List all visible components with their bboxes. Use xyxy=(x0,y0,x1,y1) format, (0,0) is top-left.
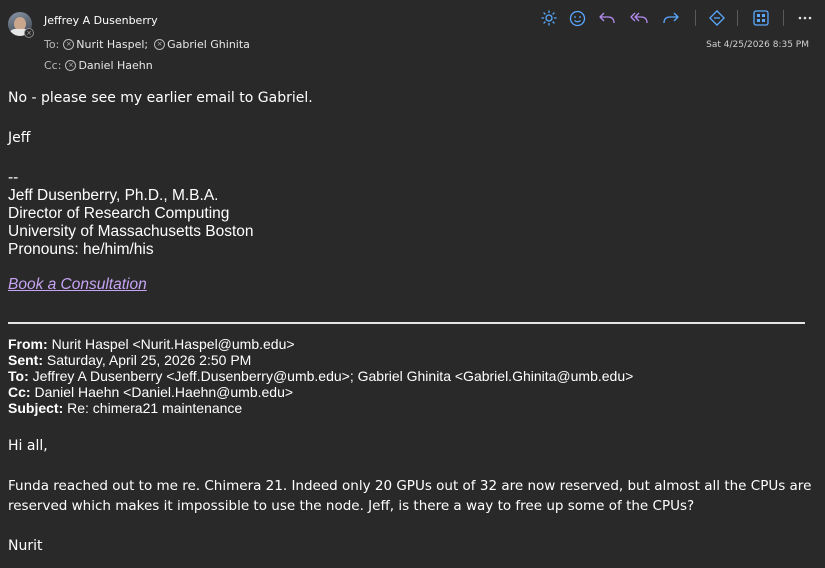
message-date: Sat 4/25/2026 8:35 PM xyxy=(706,40,809,50)
quote-divider xyxy=(8,322,805,324)
body-line: No - please see my earlier email to Gabr… xyxy=(8,90,313,106)
fwd-to: To: Jeffrey A Dusenberry <Jeff.Dusenberr… xyxy=(8,368,633,384)
toolbar-separator xyxy=(783,10,784,26)
sig-name: Jeff Dusenberry, Ph.D., M.B.A. xyxy=(8,187,219,204)
fwd-signoff: Nurit xyxy=(8,538,43,554)
sun-icon[interactable] xyxy=(539,8,559,28)
sig-org: University of Massachusetts Boston xyxy=(8,223,254,240)
sig-title: Director of Research Computing xyxy=(8,205,230,222)
presence-unknown-icon: × xyxy=(24,28,34,38)
reply-icon[interactable] xyxy=(597,8,617,28)
to-recipient[interactable]: × Gabriel Ghinita xyxy=(154,38,250,51)
message-toolbar xyxy=(537,6,817,30)
toolbar-separator xyxy=(695,10,696,26)
fwd-sent-label: Sent: xyxy=(8,352,43,368)
apps-icon[interactable] xyxy=(751,8,771,28)
fwd-paragraph: reserved which makes it impossible to us… xyxy=(8,498,695,514)
cc-recipient[interactable]: × Daniel Haehn xyxy=(65,59,153,72)
remove-recipient-icon[interactable]: × xyxy=(65,60,77,71)
sig-separator: -- xyxy=(8,169,19,186)
more-icon[interactable] xyxy=(795,8,815,28)
to-recipient[interactable]: × Nurit Haspel; xyxy=(63,38,148,51)
fwd-to-value: Jeffrey A Dusenberry <Jeff.Dusenberry@um… xyxy=(32,368,634,384)
recipient-name: Gabriel Ghinita xyxy=(167,38,250,51)
sig-pronouns: Pronouns: he/him/his xyxy=(8,241,154,258)
fwd-paragraph: Funda reached out to me re. Chimera 21. … xyxy=(8,478,812,494)
recipient-name: Nurit Haspel; xyxy=(76,38,149,51)
fwd-sent-value: Saturday, April 25, 2026 2:50 PM xyxy=(46,352,252,368)
fwd-cc-label: Cc: xyxy=(8,384,31,400)
remove-recipient-icon[interactable]: × xyxy=(63,39,75,50)
message-header: × Jeffrey A Dusenberry To: × Nurit Haspe… xyxy=(0,0,825,88)
fwd-subject-label: Subject: xyxy=(8,400,64,416)
cc-row: Cc: × Daniel Haehn xyxy=(44,59,159,72)
fwd-greeting: Hi all, xyxy=(8,438,48,454)
reply-all-icon[interactable] xyxy=(629,8,649,28)
fwd-subject-value: Re: chimera21 maintenance xyxy=(67,400,243,416)
body-signoff: Jeff xyxy=(8,130,31,146)
to-label: To: xyxy=(44,38,60,51)
fwd-from-label: From: xyxy=(8,336,48,352)
recipient-name: Daniel Haehn xyxy=(78,59,153,72)
fwd-cc: Cc: Daniel Haehn <Daniel.Haehn@umb.edu> xyxy=(8,384,293,400)
sender-name[interactable]: Jeffrey A Dusenberry xyxy=(44,14,158,27)
fwd-sent: Sent: Saturday, April 25, 2026 2:50 PM xyxy=(8,352,251,368)
fwd-subject: Subject: Re: chimera21 maintenance xyxy=(8,400,242,416)
emoji-icon[interactable] xyxy=(567,8,587,28)
book-consultation-link[interactable]: Book a Consultation xyxy=(8,276,147,294)
remove-recipient-icon[interactable]: × xyxy=(154,39,166,50)
forward-icon[interactable] xyxy=(661,8,681,28)
toolbar-separator xyxy=(737,10,738,26)
fwd-to-label: To: xyxy=(8,368,29,384)
loop-icon[interactable] xyxy=(707,8,727,28)
cc-label: Cc: xyxy=(44,59,62,72)
fwd-from-value: Nurit Haspel <Nurit.Haspel@umb.edu> xyxy=(51,336,295,352)
fwd-from: From: Nurit Haspel <Nurit.Haspel@umb.edu… xyxy=(8,336,295,352)
fwd-cc-value: Daniel Haehn <Daniel.Haehn@umb.edu> xyxy=(34,384,294,400)
to-row: To: × Nurit Haspel; × Gabriel Ghinita xyxy=(44,38,256,51)
